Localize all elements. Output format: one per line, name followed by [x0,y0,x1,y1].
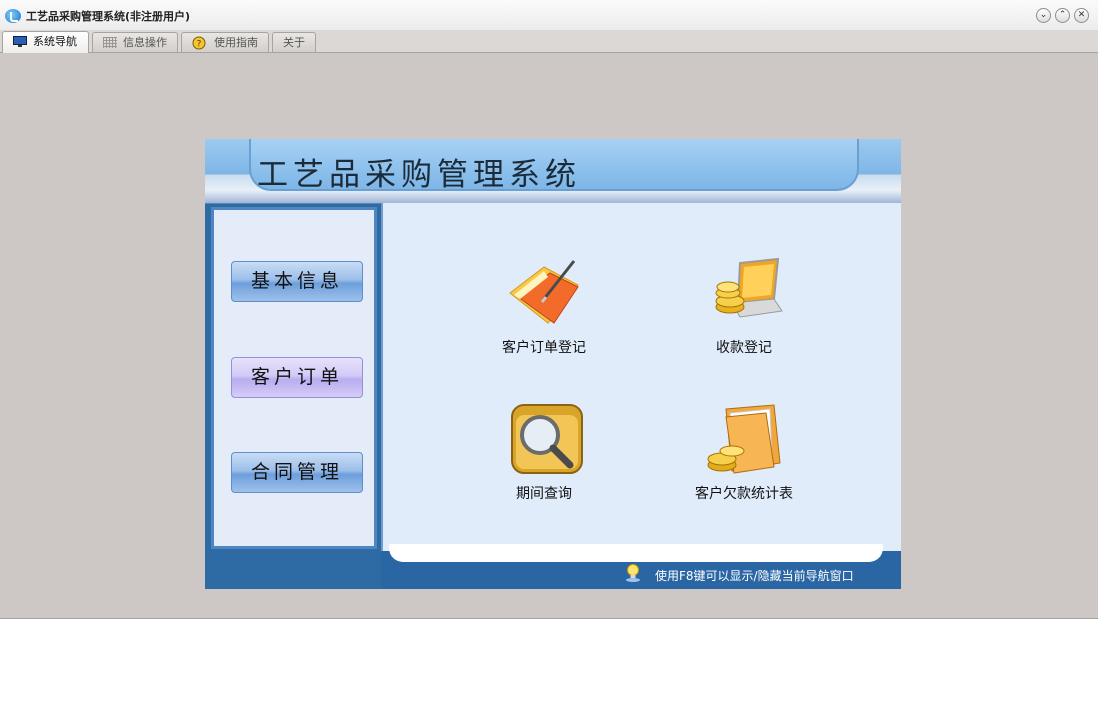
tile-label: 收款登记 [716,340,772,356]
minimize-icon[interactable]: ⌄ [1036,8,1051,23]
tile-period-query[interactable]: 期间查询 [461,403,611,513]
function-area: 客户订单登记 收款登记 期间查询 客户欠款统计表 [381,203,901,551]
footer-curve [389,544,883,562]
svg-text:?: ? [197,40,202,50]
panel-header: 工艺品采购管理系统 [205,139,901,204]
tab-label: 系统导航 [33,35,77,48]
app-logo-icon [5,9,21,23]
sidebar: 基本信息 客户订单 合同管理 [211,207,377,549]
nav-contract-management-button[interactable]: 合同管理 [231,452,363,493]
tile-payment-register[interactable]: 收款登记 [661,257,811,367]
tab-user-guide[interactable]: ? 使用指南 [181,32,269,52]
tab-label: 关于 [283,36,305,49]
nav-basic-info-button[interactable]: 基本信息 [231,261,363,302]
nav-customer-order-button[interactable]: 客户订单 [231,357,363,398]
tab-bar: 系统导航 信息操作 ? 使用指南 关于 [0,30,1098,53]
grid-icon [103,37,117,48]
debt-folder-icon [707,404,781,474]
tile-label: 客户订单登记 [502,340,586,356]
close-icon[interactable]: ✕ [1074,8,1089,23]
title-bar: 工艺品采购管理系统(非注册用户) ⌄ ⌃ ✕ [0,0,1098,31]
lightbulb-icon [626,564,640,582]
tile-customer-order-register[interactable]: 客户订单登记 [461,257,611,367]
navigation-panel: 工艺品采购管理系统 基本信息 客户订单 合同管理 客户订单登记 收款登记 期间查… [205,139,901,589]
restore-icon[interactable]: ⌃ [1055,8,1070,23]
tile-customer-debt-report[interactable]: 客户欠款统计表 [661,403,811,513]
tab-label: 使用指南 [214,36,258,49]
search-folder-icon [511,404,583,474]
tab-label: 信息操作 [123,36,167,49]
tile-label: 客户欠款统计表 [695,486,793,502]
tab-info-operation[interactable]: 信息操作 [92,32,178,52]
panel-title: 工艺品采购管理系统 [257,157,581,193]
order-folder-icon [509,260,579,324]
tab-about[interactable]: 关于 [272,32,316,52]
payment-laptop-icon [715,257,783,318]
monitor-icon [13,36,27,47]
app-window: 工艺品采购管理系统(非注册用户) ⌄ ⌃ ✕ 系统导航 信息操作 ? 使用指南 [0,0,1098,619]
help-icon: ? [192,36,206,50]
window-title: 工艺品采购管理系统(非注册用户) [26,10,191,23]
f8-hint-text: 使用F8键可以显示/隐藏当前导航窗口 [655,569,854,583]
tile-label: 期间查询 [516,486,572,502]
tab-system-navigation[interactable]: 系统导航 [2,31,89,53]
